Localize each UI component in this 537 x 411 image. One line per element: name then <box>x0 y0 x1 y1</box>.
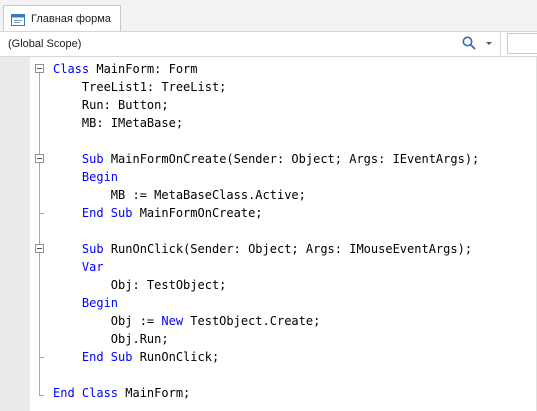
code-text: RunOnClick(Sender: Object; Args: IMouseE… <box>103 242 473 256</box>
code-line[interactable]: Obj: TestObject; <box>53 276 479 294</box>
scope-dropdown[interactable]: (Global Scope) <box>2 33 500 54</box>
code-line[interactable]: Begin <box>53 294 479 312</box>
code-line[interactable]: End Sub RunOnClick; <box>53 348 479 366</box>
document-tab-bar: Главная форма <box>0 0 537 32</box>
scope-bar: (Global Scope) <box>0 32 537 57</box>
code-line[interactable]: Begin <box>53 168 479 186</box>
code-line[interactable]: Class MainForm: Form <box>53 60 479 78</box>
code-text: TestObject.Create; <box>183 314 321 328</box>
search-icon[interactable] <box>462 36 476 50</box>
code-line[interactable]: MB: IMetaBase; <box>53 114 479 132</box>
code-keyword: Begin <box>81 170 119 184</box>
code-line[interactable] <box>53 132 479 150</box>
code-keyword: Var <box>81 260 104 274</box>
tab-label: Главная форма <box>31 12 111 25</box>
code-line[interactable]: MB := MetaBaseClass.Active; <box>53 186 479 204</box>
code-line[interactable]: Var <box>53 258 479 276</box>
folding-margin <box>31 57 47 411</box>
divider <box>500 32 501 56</box>
fold-guide <box>39 73 40 395</box>
collapse-sub-onclick-icon[interactable] <box>35 244 44 253</box>
code-line[interactable]: End Sub MainFormOnCreate; <box>53 204 479 222</box>
source-code[interactable]: Class MainForm: Form TreeList1: TreeList… <box>53 60 479 402</box>
code-keyword: New <box>161 314 184 328</box>
code-text: MainForm; <box>118 386 191 400</box>
code-keyword: End Sub <box>81 350 133 364</box>
collapse-sub-oncreate-icon[interactable] <box>35 154 44 163</box>
code-line[interactable]: Sub MainFormOnCreate(Sender: Object; Arg… <box>53 150 479 168</box>
code-text: Obj.Run; <box>53 332 169 346</box>
code-line[interactable]: TreeList1: TreeList; <box>53 78 479 96</box>
form-window-icon <box>11 13 25 26</box>
code-text: Obj := <box>53 314 162 328</box>
code-keyword: Class <box>53 62 90 76</box>
code-line[interactable] <box>53 222 479 240</box>
collapse-class-icon[interactable] <box>35 64 44 73</box>
code-keyword: Sub <box>81 152 104 166</box>
code-keyword: End Class <box>53 386 119 400</box>
code-text: RunOnClick; <box>132 350 220 364</box>
code-line[interactable] <box>53 366 479 384</box>
code-editor[interactable]: Class MainForm: Form TreeList1: TreeList… <box>0 57 537 411</box>
code-text: TreeList1: TreeList; <box>53 80 227 94</box>
line-gutter <box>0 57 30 411</box>
code-line[interactable]: Obj := New TestObject.Create; <box>53 312 479 330</box>
code-text: Run: Button; <box>53 98 169 112</box>
fold-end-marker <box>39 213 44 214</box>
chevron-down-icon[interactable] <box>485 36 493 50</box>
code-line[interactable]: Obj.Run; <box>53 330 479 348</box>
code-text: MB: IMetaBase; <box>53 116 184 130</box>
code-line[interactable]: End Class MainForm; <box>53 384 479 402</box>
code-text: MainFormOnCreate(Sender: Object; Args: I… <box>103 152 480 166</box>
code-text: MainForm: Form <box>89 62 198 76</box>
fold-end-marker <box>39 395 44 396</box>
code-text: MainFormOnCreate; <box>132 206 263 220</box>
code-keyword: Begin <box>81 296 119 310</box>
code-text: MB := MetaBaseClass.Active; <box>53 188 306 202</box>
code-keyword: End Sub <box>81 206 133 220</box>
scope-selected-value: (Global Scope) <box>8 37 82 50</box>
tab-main-form[interactable]: Главная форма <box>3 5 121 31</box>
code-text: Obj: TestObject; <box>53 278 227 292</box>
code-line[interactable]: Run: Button; <box>53 96 479 114</box>
method-dropdown[interactable] <box>507 33 537 54</box>
code-keyword: Sub <box>81 242 104 256</box>
fold-end-marker <box>39 357 44 358</box>
code-line[interactable]: Sub RunOnClick(Sender: Object; Args: IMo… <box>53 240 479 258</box>
